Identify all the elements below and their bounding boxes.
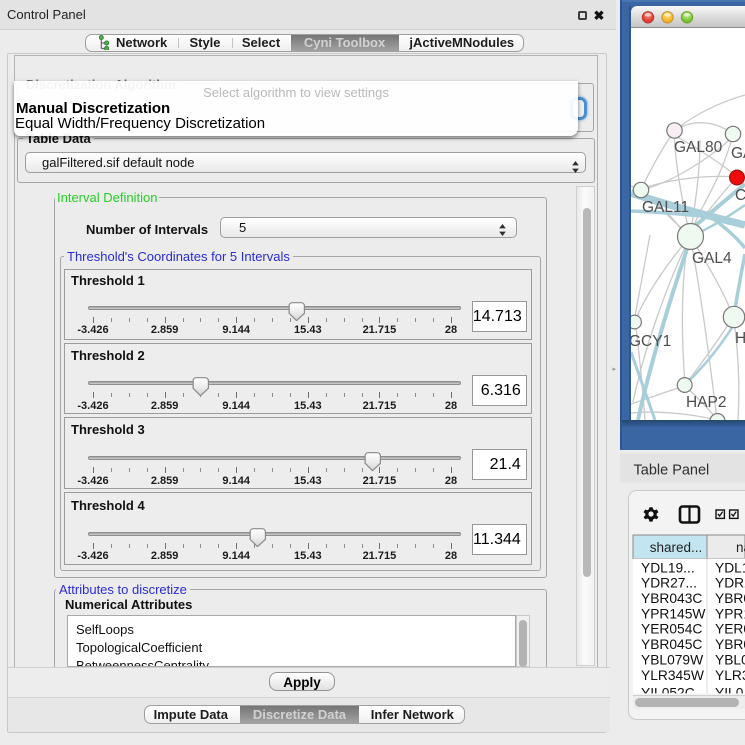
svg-text:GAL3: GAL3 — [731, 145, 745, 162]
svg-text:YBL0: YBL0 — [715, 652, 745, 667]
svg-text:HAP2: HAP2 — [686, 394, 727, 411]
svg-text:YDL19...: YDL19... — [641, 560, 695, 575]
svg-text:YBR0: YBR0 — [715, 637, 745, 652]
svg-text:YBR043C: YBR043C — [641, 591, 702, 606]
svg-text:HIS4: HIS4 — [735, 330, 745, 347]
svg-text:YDL1: YDL1 — [715, 560, 745, 575]
svg-text:YER0: YER0 — [715, 622, 745, 637]
svg-text:YDR27...: YDR27... — [641, 576, 697, 591]
svg-text:na: na — [736, 540, 745, 555]
svg-text:YBR0: YBR0 — [715, 591, 745, 606]
svg-text:YDR2: YDR2 — [715, 576, 745, 591]
svg-text:YLR345W: YLR345W — [641, 668, 704, 683]
svg-text:shared...: shared... — [650, 540, 703, 555]
svg-text:YBR045C: YBR045C — [641, 637, 702, 652]
svg-text:GAL4: GAL4 — [692, 250, 732, 267]
svg-text:GAL80: GAL80 — [674, 139, 723, 156]
svg-text:CRP1: CRP1 — [735, 187, 745, 204]
svg-text:Table Panel: Table Panel — [634, 463, 710, 479]
svg-text:YPR145W: YPR145W — [641, 606, 705, 621]
svg-text:YPR1: YPR1 — [715, 606, 745, 621]
svg-text:YBL079W: YBL079W — [641, 652, 703, 667]
svg-text:GAL11: GAL11 — [642, 199, 689, 216]
svg-text:YLR3: YLR3 — [715, 668, 745, 683]
svg-text:YER054C: YER054C — [641, 622, 702, 637]
svg-text:GCY1: GCY1 — [629, 333, 671, 350]
